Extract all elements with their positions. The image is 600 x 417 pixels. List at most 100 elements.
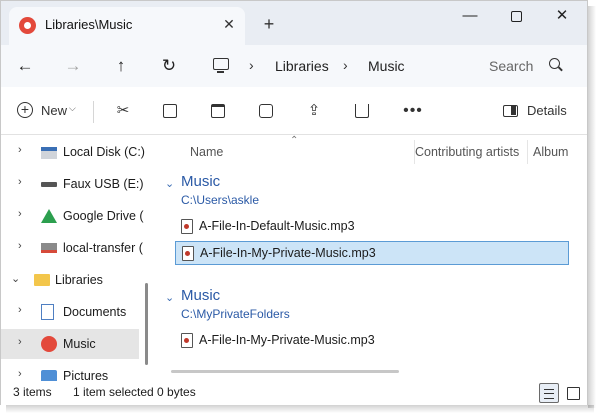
sidebar-item-music[interactable]: › Music <box>1 329 139 359</box>
up-button[interactable]: ↑ <box>107 52 135 80</box>
column-header-name[interactable]: Name <box>190 140 408 164</box>
search-icon <box>549 58 560 69</box>
command-separator <box>93 101 94 123</box>
column-header-album[interactable]: Album <box>527 140 587 164</box>
chevron-down-icon: ⌵ <box>69 103 76 113</box>
chevron-right-icon[interactable]: › <box>18 336 22 348</box>
file-row[interactable]: A-File-In-My-Private-Music.mp3 <box>175 329 569 353</box>
address-row: ← → ↑ ↻ › Libraries › Music Search <box>1 45 587 87</box>
cut-icon[interactable]: ✂ <box>109 97 137 125</box>
file-explorer-window: Libraries\Music ✕ + — ✕ ← → ↑ ↻ › Librar… <box>0 0 588 405</box>
file-name: A-File-In-Default-Music.mp3 <box>199 219 355 233</box>
audio-file-icon <box>181 219 193 234</box>
column-header-contributing-artists[interactable]: Contributing artists <box>414 140 526 164</box>
paste-icon[interactable] <box>204 97 232 125</box>
chevron-right-icon[interactable]: › <box>18 240 22 252</box>
plus-icon: + <box>17 102 33 118</box>
usb-drive-icon <box>41 182 57 187</box>
details-pane-button[interactable]: Details <box>497 97 577 125</box>
chevron-right-icon[interactable]: › <box>18 144 22 156</box>
maximize-icon <box>510 10 522 22</box>
refresh-button[interactable]: ↻ <box>155 52 183 80</box>
minimize-button[interactable]: — <box>447 1 493 35</box>
status-bar: 3 items 1 item selected 0 bytes <box>1 381 587 405</box>
chevron-right-icon[interactable]: › <box>18 368 22 380</box>
google-drive-icon <box>41 209 57 223</box>
sidebar-item-faux-usb[interactable]: › Faux USB (E:) <box>1 169 144 199</box>
chevron-right-icon[interactable]: › <box>18 304 22 316</box>
pictures-icon <box>41 370 57 381</box>
sidebar-item-local-disk[interactable]: › Local Disk (C:) <box>1 137 145 167</box>
forward-button[interactable]: → <box>59 52 87 80</box>
file-row-selected[interactable]: A-File-In-My-Private-Music.mp3 <box>175 241 569 265</box>
command-bar: + New ⌵ ✂ ⇪ ••• Details <box>1 87 587 135</box>
sidebar-item-label: Documents <box>63 305 127 319</box>
tab-close-button[interactable]: ✕ <box>218 13 240 35</box>
sidebar-item-label: Music <box>63 337 96 351</box>
delete-icon[interactable] <box>348 97 376 125</box>
folder-icon <box>34 274 50 286</box>
new-tab-button[interactable]: + <box>257 13 281 37</box>
details-view-button[interactable] <box>539 383 559 403</box>
share-icon[interactable]: ⇪ <box>300 97 328 125</box>
group-path: C:\Users\askle <box>181 193 260 207</box>
sidebar-item-pictures[interactable]: › Pictures <box>1 361 139 381</box>
close-window-button[interactable]: ✕ <box>539 1 585 35</box>
new-button[interactable]: + New ⌵ <box>11 97 83 125</box>
disk-icon <box>41 147 57 159</box>
search-box[interactable]: Search <box>479 52 571 80</box>
navigation-scrollbar[interactable] <box>145 283 148 365</box>
search-input[interactable]: Search <box>489 58 533 74</box>
group-path: C:\MyPrivateFolders <box>181 307 290 321</box>
sidebar-item-label: Pictures <box>63 369 109 381</box>
chevron-right-icon[interactable]: › <box>18 208 22 220</box>
group-title[interactable]: Music <box>181 287 220 304</box>
breadcrumb-separator: › <box>249 57 254 73</box>
window-shadow-right <box>588 6 596 408</box>
network-drive-icon <box>41 243 57 253</box>
rename-icon[interactable] <box>252 97 280 125</box>
new-label: New <box>41 103 68 118</box>
file-row[interactable]: A-File-In-Default-Music.mp3 <box>175 215 569 239</box>
file-name: A-File-In-My-Private-Music.mp3 <box>199 333 375 347</box>
navigation-pane: › Local Disk (C:) › Faux USB (E:) › Goog… <box>1 135 153 381</box>
sidebar-item-label: Local Disk (C:) <box>63 145 145 159</box>
music-icon <box>41 336 57 352</box>
tab-title: Libraries\Music <box>45 17 133 32</box>
this-pc-icon <box>213 58 229 73</box>
chevron-right-icon[interactable]: › <box>18 176 22 188</box>
breadcrumb-libraries[interactable]: Libraries <box>275 58 329 74</box>
copy-icon[interactable] <box>156 97 184 125</box>
breadcrumb-music[interactable]: Music <box>368 58 405 74</box>
tiles-view-button[interactable] <box>563 383 583 403</box>
selection-info: 1 item selected 0 bytes <box>73 385 196 399</box>
sidebar-item-local-transfer[interactable]: › local-transfer ( <box>1 233 143 263</box>
group-collapse-icon[interactable]: ⌄ <box>165 177 174 190</box>
address-bar[interactable]: › Libraries › Music <box>203 52 469 80</box>
audio-file-icon <box>182 246 194 261</box>
sidebar-item-google-drive[interactable]: › Google Drive ( <box>1 201 144 231</box>
sidebar-item-label: Libraries <box>55 273 103 287</box>
sidebar-item-label: Faux USB (E:) <box>63 177 144 191</box>
breadcrumb-separator: › <box>343 57 348 73</box>
file-list: ⌃ Name Contributing artists Album ⌄ Musi… <box>153 135 587 381</box>
details-label: Details <box>527 103 567 118</box>
details-pane-icon <box>503 105 518 117</box>
audio-file-icon <box>181 333 193 348</box>
music-library-icon <box>19 17 36 34</box>
back-button[interactable]: ← <box>11 52 39 80</box>
tab-libraries-music[interactable]: Libraries\Music ✕ <box>9 7 245 45</box>
documents-icon <box>41 304 54 320</box>
more-options-button[interactable]: ••• <box>399 97 427 125</box>
maximize-button[interactable] <box>493 1 539 35</box>
sidebar-item-documents[interactable]: › Documents <box>1 297 139 327</box>
chevron-down-icon[interactable]: ⌄ <box>11 272 20 285</box>
item-count: 3 items <box>13 385 52 399</box>
horizontal-scrollbar[interactable] <box>171 370 399 373</box>
group-title[interactable]: Music <box>181 173 220 190</box>
title-bar: Libraries\Music ✕ + — ✕ <box>1 1 587 45</box>
sidebar-item-libraries[interactable]: ⌄ Libraries <box>1 265 139 295</box>
sidebar-item-label: Google Drive ( <box>63 209 144 223</box>
group-collapse-icon[interactable]: ⌄ <box>165 291 174 304</box>
window-shadow-bottom <box>6 405 594 413</box>
